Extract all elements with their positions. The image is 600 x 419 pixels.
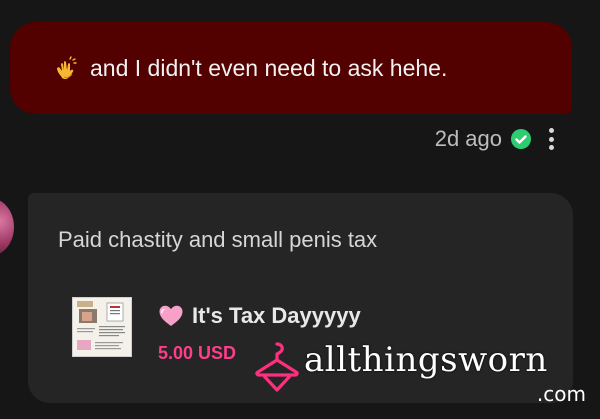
avatar[interactable] — [0, 198, 14, 256]
sent-message-text: and I didn't even need to ask hehe. — [90, 54, 448, 81]
product-title[interactable]: It's Tax Dayyyyy — [158, 303, 361, 329]
watermark-text: allthingsworn — [304, 340, 548, 380]
dot — [548, 145, 554, 150]
more-vertical-icon[interactable] — [548, 128, 554, 150]
received-message-text: Paid chastity and small penis tax — [58, 227, 378, 252]
product-name: It's Tax Dayyyyy — [192, 303, 361, 328]
message-meta: 2d ago — [435, 126, 532, 152]
sent-message-bubble: and I didn't even need to ask hehe. — [10, 22, 572, 114]
chat-conversation: and I didn't even need to ask hehe. 2d a… — [0, 0, 600, 419]
hanger-icon — [255, 342, 299, 392]
watermark-suffix: .com — [536, 382, 586, 406]
pink-heart-icon — [159, 305, 183, 326]
tax-form-image — [73, 298, 131, 356]
dot — [548, 128, 554, 133]
message-timestamp: 2d ago — [434, 126, 502, 151]
check-circle-icon — [511, 129, 531, 149]
watermark: allthingsworn .com — [248, 338, 596, 416]
product-price: 5.00 USD — [158, 343, 237, 363]
dot — [548, 136, 554, 142]
sent-message-content: and I didn't even need to ask hehe. — [54, 55, 447, 82]
product-thumbnail[interactable] — [72, 297, 132, 357]
clapping-hands-icon — [57, 56, 77, 80]
